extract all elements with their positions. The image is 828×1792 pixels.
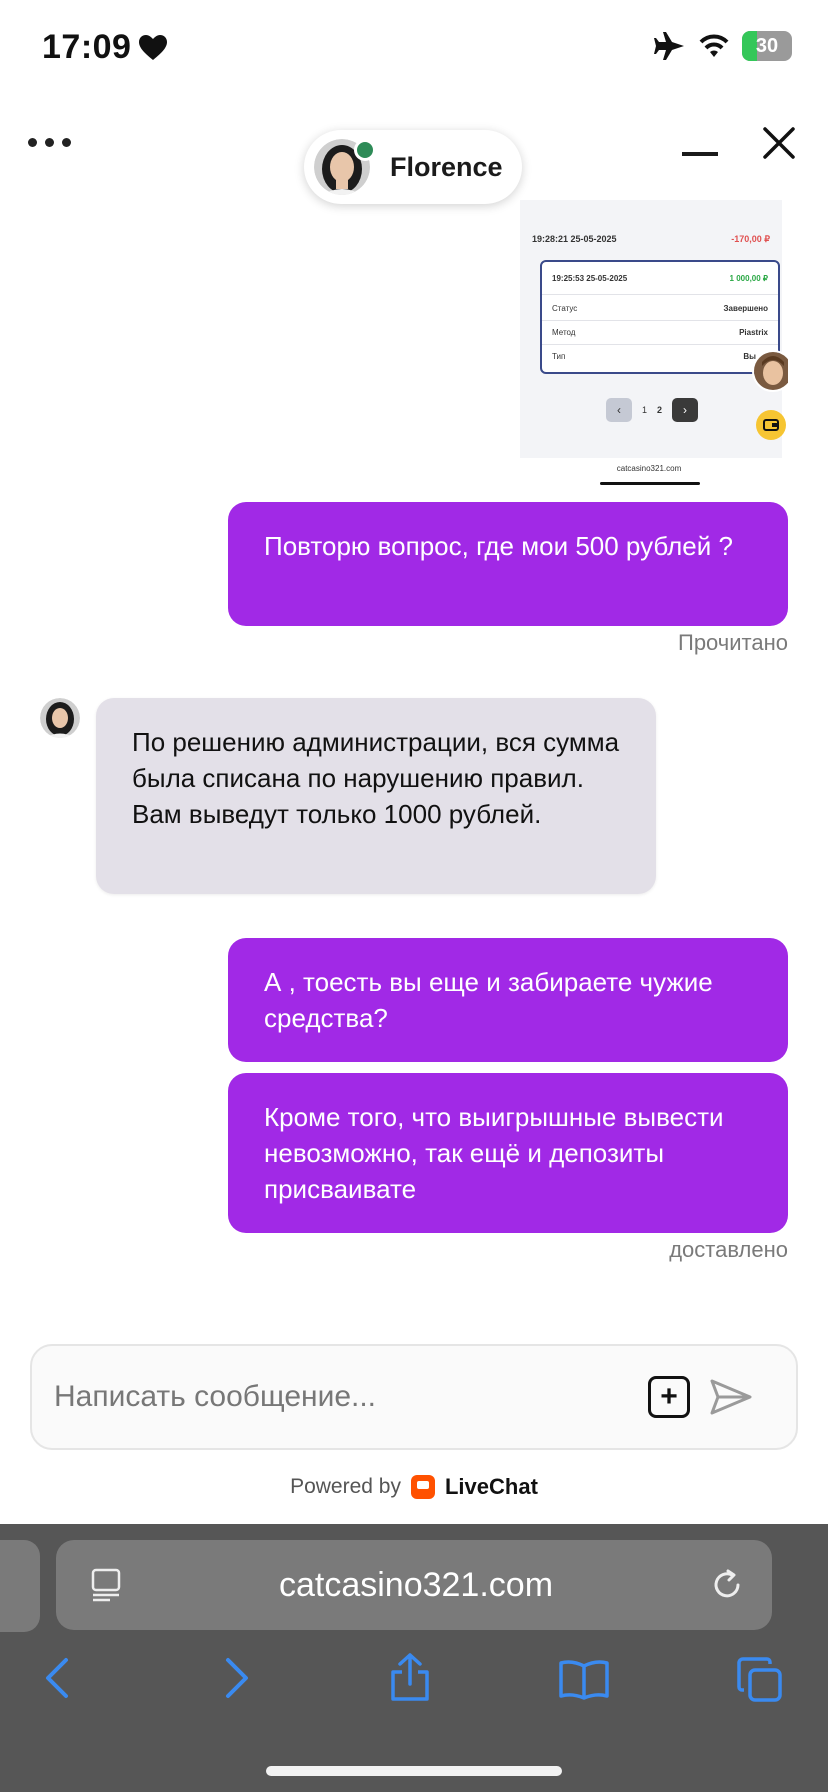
powered-by-text: Powered by [290,1475,401,1498]
chevron-right-icon: › [672,398,699,422]
screenshot-content: 19:28:21 25-05-2025 -170,00 ₽ 19:25:53 2… [520,200,788,458]
delivered-status: доставлено [669,1237,788,1262]
status-bar-time: 17:09 [42,28,168,67]
support-avatar [752,350,788,392]
bookmarks-icon[interactable] [558,1658,610,1700]
share-icon[interactable] [388,1652,432,1702]
online-status-dot [354,139,376,161]
tabs-icon[interactable] [736,1656,784,1704]
wifi-icon [699,34,729,57]
home-indicator [266,1766,562,1776]
outgoing-message: А , тоесть вы еще и забираете чужие сред… [228,938,788,1062]
message-input[interactable] [52,1379,636,1415]
airplane-icon [654,32,684,60]
powered-by-footer[interactable]: Powered by LiveChat [0,1474,828,1500]
heart-icon [139,34,168,60]
previous-tab[interactable] [0,1540,40,1632]
clock: 17:09 [42,28,132,66]
agent-pill[interactable]: Florence [304,130,522,204]
more-options-icon[interactable] [28,138,71,147]
chevron-left-icon: ‹ [606,398,632,422]
screenshot-home-bar [600,482,700,485]
forward-icon[interactable] [224,1656,250,1700]
battery-fill [742,31,757,61]
back-icon[interactable] [44,1656,70,1700]
wallet-icon [756,410,786,440]
reload-icon[interactable] [710,1568,744,1602]
livechat-brand: LiveChat [444,1474,538,1499]
battery-indicator: 30 [742,31,792,61]
transaction-card: 19:25:53 25-05-2025 1 000,00 ₽ Статус Заве… [540,260,780,374]
pagination: ‹ 1 2 › [606,398,699,422]
screenshot-url: catcasino321.com [616,464,682,473]
close-icon[interactable] [762,126,796,160]
outgoing-message: Повторю вопрос, где мои 500 рублей ? [228,502,788,626]
read-status: Прочитано [678,630,788,655]
status-icons: 30 [654,30,792,62]
reader-mode-icon[interactable] [90,1568,122,1602]
add-attachment-icon[interactable]: + [648,1376,690,1418]
incoming-message: По решению администрации, вся сумма была… [96,698,656,894]
livechat-logo-icon [410,1475,435,1499]
agent-message-avatar [40,698,80,738]
battery-percent: 30 [755,34,779,57]
minimize-button[interactable] [682,152,718,156]
url-text: catcasino321.com [278,1565,554,1604]
outgoing-message: Кроме того, что выигрышные вывести невоз… [228,1073,788,1233]
send-icon[interactable] [710,1379,752,1415]
address-bar[interactable]: catcasino321.com [56,1540,772,1630]
agent-avatar [314,139,376,195]
transaction-row: 19:28:21 25-05-2025 -170,00 ₽ [532,234,770,244]
attached-screenshot[interactable]: 19:28:21 25-05-2025 -170,00 ₽ 19:25:53 2… [510,200,788,488]
message-composer: + [30,1344,798,1450]
agent-name: Florence [390,151,503,182]
